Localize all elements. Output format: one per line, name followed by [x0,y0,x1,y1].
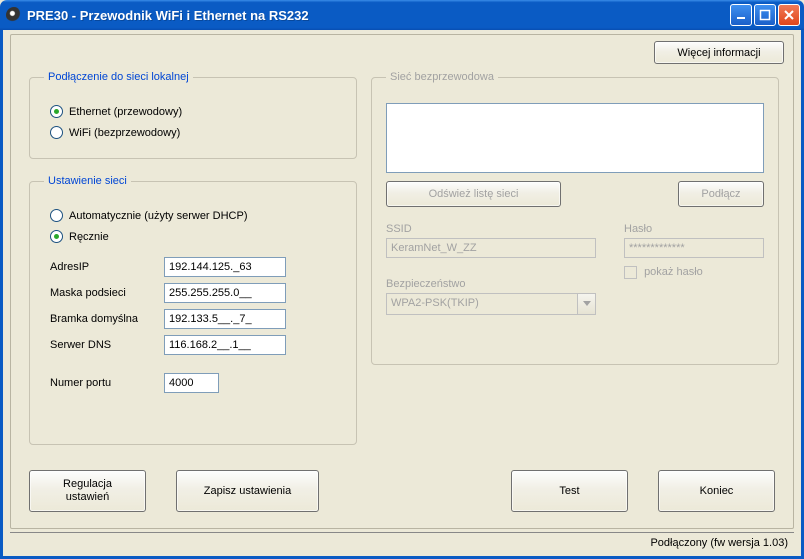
port-label: Numer portu [50,377,164,389]
ssid-input [386,238,596,258]
minimize-button[interactable] [730,4,752,26]
main-panel: Więcej informacji Podłączenie do sieci l… [10,34,794,529]
ethernet-label: Ethernet (przewodowy) [69,106,182,118]
gateway-label: Bramka domyślna [50,313,164,325]
chevron-down-icon [577,294,595,314]
mask-input[interactable] [164,283,286,303]
dns-label: Serwer DNS [50,339,164,351]
dhcp-label: Automatycznie (użyty serwer DHCP) [69,210,248,222]
wifi-label: WiFi (bezprzewodowy) [69,127,180,139]
network-group: Ustawienie sieci Automatycznie (użyty se… [29,175,357,445]
port-input[interactable] [164,373,219,393]
mask-label: Maska podsieci [50,287,164,299]
show-password-checkbox [624,266,637,279]
close-window-button[interactable] [778,4,800,26]
refresh-networks-button: Odśwież listę sieci [386,181,561,207]
password-input [624,238,764,258]
save-button[interactable]: Zapisz ustawienia [176,470,319,512]
bottom-button-bar: Regulacja ustawień Zapisz ustawienia Tes… [29,470,775,512]
wifi-network-list [386,103,764,173]
show-password-label: pokaż hasło [644,266,703,278]
connection-legend: Podłączenie do sieci lokalnej [44,71,193,83]
dhcp-radio[interactable] [50,209,63,222]
security-value: WPA2-PSK(TKIP) [387,294,577,314]
security-label: Bezpieczeństwo [386,278,596,290]
maximize-button[interactable] [754,4,776,26]
app-icon [6,7,22,23]
test-button[interactable]: Test [511,470,628,512]
window-title: PRE30 - Przewodnik WiFi i Ethernet na RS… [27,8,730,23]
regulate-button[interactable]: Regulacja ustawień [29,470,146,512]
connect-wifi-button: Podłącz [678,181,764,207]
wifi-group: Sieć bezprzewodowa Odśwież listę sieci P… [371,71,779,365]
security-select: WPA2-PSK(TKIP) [386,293,596,315]
manual-label: Ręcznie [69,231,109,243]
ip-input[interactable] [164,257,286,277]
manual-radio[interactable] [50,230,63,243]
title-bar: PRE30 - Przewodnik WiFi i Ethernet na RS… [0,0,804,30]
wifi-legend: Sieć bezprzewodowa [386,71,498,83]
close-button[interactable]: Koniec [658,470,775,512]
status-bar: Podłączony (fw wersja 1.03) [10,532,794,552]
connection-group: Podłączenie do sieci lokalnej Ethernet (… [29,71,357,159]
more-info-button[interactable]: Więcej informacji [654,41,784,64]
ip-label: AdresIP [50,261,164,273]
network-legend: Ustawienie sieci [44,175,131,187]
gateway-input[interactable] [164,309,286,329]
ssid-label: SSID [386,223,596,235]
status-text: Podłączony (fw wersja 1.03) [650,537,788,549]
wifi-radio[interactable] [50,126,63,139]
dns-input[interactable] [164,335,286,355]
ethernet-radio[interactable] [50,105,63,118]
password-label: Hasło [624,223,764,235]
